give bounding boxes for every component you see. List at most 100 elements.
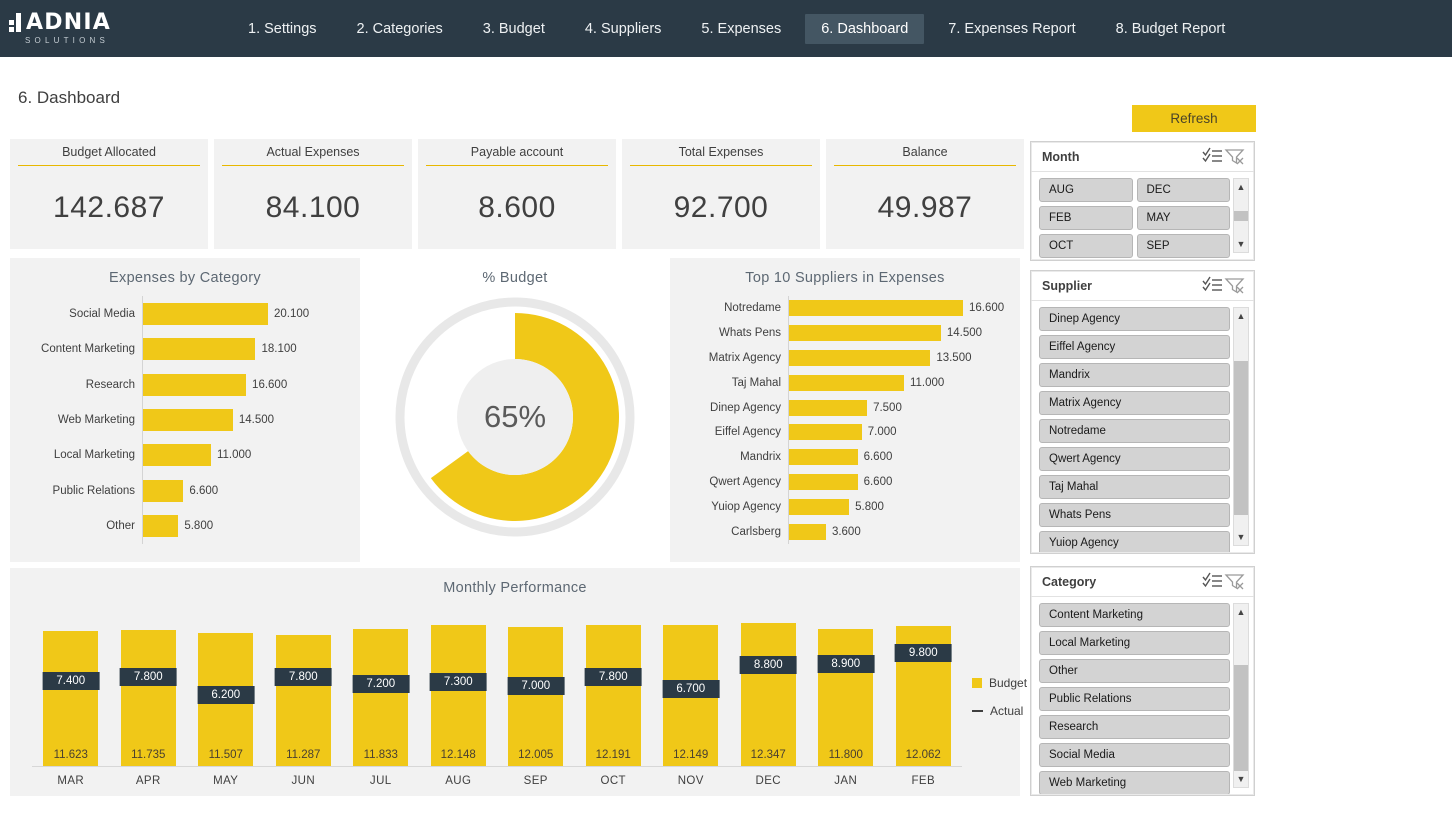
slicer-item[interactable]: FEB [1039, 206, 1133, 230]
month-label: AUG [420, 767, 498, 787]
slicer-supplier[interactable]: SupplierDinep AgencyEiffel AgencyMandrix… [1030, 270, 1255, 554]
slicer-item[interactable]: MAY [1137, 206, 1231, 230]
kpi-value: 8.600 [478, 166, 556, 249]
slicer-item[interactable]: Eiffel Agency [1039, 335, 1230, 359]
kpi-card: Balance49.987 [826, 139, 1024, 249]
scroll-up-arrow-icon[interactable]: ▲ [1233, 604, 1249, 620]
multi-select-icon[interactable] [1202, 147, 1224, 167]
bar-track: 5.800 [788, 499, 1020, 515]
bar-track: 6.600 [142, 480, 360, 502]
bar-value-label: 5.800 [178, 520, 213, 532]
slicer-item[interactable]: Local Marketing [1039, 631, 1230, 655]
month-label: MAY [187, 767, 265, 787]
slicer-item[interactable]: Web Marketing [1039, 771, 1230, 794]
legend-label: Budget [989, 676, 1027, 690]
month-label: FEB [885, 767, 963, 787]
slicer-item[interactable]: Mandrix [1039, 363, 1230, 387]
nav-item-budget-report[interactable]: 8. Budget Report [1100, 14, 1242, 44]
bar-value-label: 14.500 [941, 327, 982, 339]
scrollbar-track[interactable] [1234, 620, 1248, 771]
slicer-item[interactable]: Other [1039, 659, 1230, 683]
slicer-item[interactable]: AUG [1039, 178, 1133, 202]
bar-row: Content Marketing18.100 [10, 331, 360, 366]
bar-value-label: 5.800 [849, 501, 884, 513]
actual-value-label: 7.200 [352, 675, 409, 693]
nav-item-settings[interactable]: 1. Settings [232, 14, 333, 44]
bar-fill [788, 424, 862, 440]
nav-item-dashboard[interactable]: 6. Dashboard [805, 14, 924, 44]
nav-item-budget[interactable]: 3. Budget [467, 14, 561, 44]
slicer-item[interactable]: SEP [1137, 234, 1231, 258]
scrollbar-track[interactable] [1234, 195, 1248, 236]
slicer-item[interactable]: Content Marketing [1039, 603, 1230, 627]
bar-track: 16.600 [142, 374, 360, 396]
bar-fill [788, 350, 930, 366]
scrollbar-thumb[interactable] [1234, 211, 1248, 222]
slicer-scrollbar[interactable]: ▲▼ [1233, 307, 1249, 546]
multi-select-icon[interactable] [1202, 572, 1224, 592]
bar-row: Web Marketing14.500 [10, 402, 360, 437]
bar-track: 6.600 [788, 474, 1020, 490]
slicer-item[interactable]: Research [1039, 715, 1230, 739]
percent-budget-title: % Budget [366, 258, 664, 286]
bar-row: Public Relations6.600 [10, 473, 360, 508]
slicer-item[interactable]: Social Media [1039, 743, 1230, 767]
slicer-item[interactable]: OCT [1039, 234, 1133, 258]
scrollbar-track[interactable] [1234, 324, 1248, 529]
scrollbar-thumb[interactable] [1234, 665, 1248, 771]
slicer-header: Month [1031, 142, 1254, 172]
refresh-button[interactable]: Refresh [1132, 105, 1256, 132]
slicer-item-list: Content Marketing Local Marketing Other Pub… [1039, 603, 1230, 794]
month-label: OCT [575, 767, 653, 787]
slicer-item[interactable]: Matrix Agency [1039, 391, 1230, 415]
chart-axis-line [142, 296, 143, 544]
slicer-item[interactable]: Qwert Agency [1039, 447, 1230, 471]
slicer-item[interactable]: Taj Mahal [1039, 475, 1230, 499]
slicer-item[interactable]: Yuiop Agency [1039, 531, 1230, 552]
legend-label: Actual [990, 704, 1023, 718]
nav-item-suppliers[interactable]: 4. Suppliers [569, 14, 678, 44]
bar-value-label: 6.600 [183, 485, 218, 497]
slicer-item[interactable]: DEC [1137, 178, 1231, 202]
slicer-scrollbar[interactable]: ▲▼ [1233, 603, 1249, 788]
month-column: 11.6237.400 [32, 620, 110, 766]
kpi-value: 92.700 [674, 166, 769, 249]
slicer-category[interactable]: CategoryContent MarketingLocal Marketing… [1030, 566, 1255, 796]
budget-value-label: 12.005 [518, 749, 553, 766]
nav-item-expenses[interactable]: 5. Expenses [685, 14, 797, 44]
scrollbar-thumb[interactable] [1234, 361, 1248, 515]
clear-filter-icon[interactable] [1224, 572, 1246, 592]
scroll-down-arrow-icon[interactable]: ▼ [1233, 236, 1249, 252]
bar-row: Social Media20.100 [10, 296, 360, 331]
bar-track: 14.500 [142, 409, 360, 431]
slicer-item[interactable]: Whats Pens [1039, 503, 1230, 527]
month-label: JUN [265, 767, 343, 787]
slicer-month[interactable]: MonthAUGDECFEBMAYOCTSEP▲▼ [1030, 141, 1255, 261]
multi-select-icon[interactable] [1202, 276, 1224, 296]
bar-fill [142, 480, 183, 502]
slicer-title: Month [1042, 150, 1202, 164]
clear-filter-icon[interactable] [1224, 276, 1246, 296]
slicer-item[interactable]: Notredame [1039, 419, 1230, 443]
bar-category-label: Carlsberg [670, 526, 788, 538]
kpi-card: Budget Allocated142.687 [10, 139, 208, 249]
nav-item-expenses-report[interactable]: 7. Expenses Report [932, 14, 1091, 44]
scroll-down-arrow-icon[interactable]: ▼ [1233, 529, 1249, 545]
top-navigation-bar: ADNIA SOLUTIONS 1. Settings2. Categories… [0, 0, 1452, 57]
clear-filter-icon[interactable] [1224, 147, 1246, 167]
actual-value-label: 8.900 [817, 655, 874, 673]
month-column: 11.7357.800 [110, 620, 188, 766]
slicer-scrollbar[interactable]: ▲▼ [1233, 178, 1249, 253]
budget-bar: 11.623 [43, 631, 98, 766]
nav-item-categories[interactable]: 2. Categories [341, 14, 459, 44]
top-suppliers-panel: Top 10 Suppliers in Expenses Notredame16… [670, 258, 1020, 562]
slicer-item[interactable]: Dinep Agency [1039, 307, 1230, 331]
monthly-performance-category-labels: MARAPRMAYJUNJULAUGSEPOCTNOVDECJANFEB [32, 767, 962, 787]
slicer-item[interactable]: Public Relations [1039, 687, 1230, 711]
scroll-up-arrow-icon[interactable]: ▲ [1233, 308, 1249, 324]
expenses-by-category-chart: Social Media20.100Content Marketing18.10… [10, 296, 360, 544]
scroll-up-arrow-icon[interactable]: ▲ [1233, 179, 1249, 195]
actual-value-label: 7.800 [120, 668, 177, 686]
actual-value-label: 6.200 [197, 686, 254, 704]
scroll-down-arrow-icon[interactable]: ▼ [1233, 771, 1249, 787]
